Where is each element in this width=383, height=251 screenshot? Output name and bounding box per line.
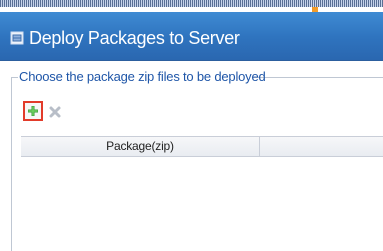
package-table-body[interactable] xyxy=(21,157,383,251)
group-border-top-left xyxy=(11,77,18,78)
package-table-header: Package(zip) xyxy=(21,136,383,157)
group-border-top-right xyxy=(252,77,383,78)
group-border-left xyxy=(11,77,12,251)
remove-x-icon xyxy=(49,106,61,118)
plus-icon xyxy=(28,106,38,116)
package-deploy-icon xyxy=(10,31,24,45)
dialog-content: Choose the package zip files to be deplo… xyxy=(0,61,383,251)
column-header-package[interactable]: Package(zip) xyxy=(21,137,260,156)
group-label: Choose the package zip files to be deplo… xyxy=(19,69,266,84)
remove-package-button[interactable] xyxy=(48,105,62,119)
deploy-dialog: Deploy Packages to Server Choose the pac… xyxy=(0,0,383,251)
dialog-title: Deploy Packages to Server xyxy=(29,28,240,48)
column-header-extra[interactable] xyxy=(261,137,383,156)
title-bar[interactable]: Deploy Packages to Server xyxy=(0,12,383,61)
add-package-button[interactable] xyxy=(23,101,43,121)
window-top-border xyxy=(0,0,383,7)
